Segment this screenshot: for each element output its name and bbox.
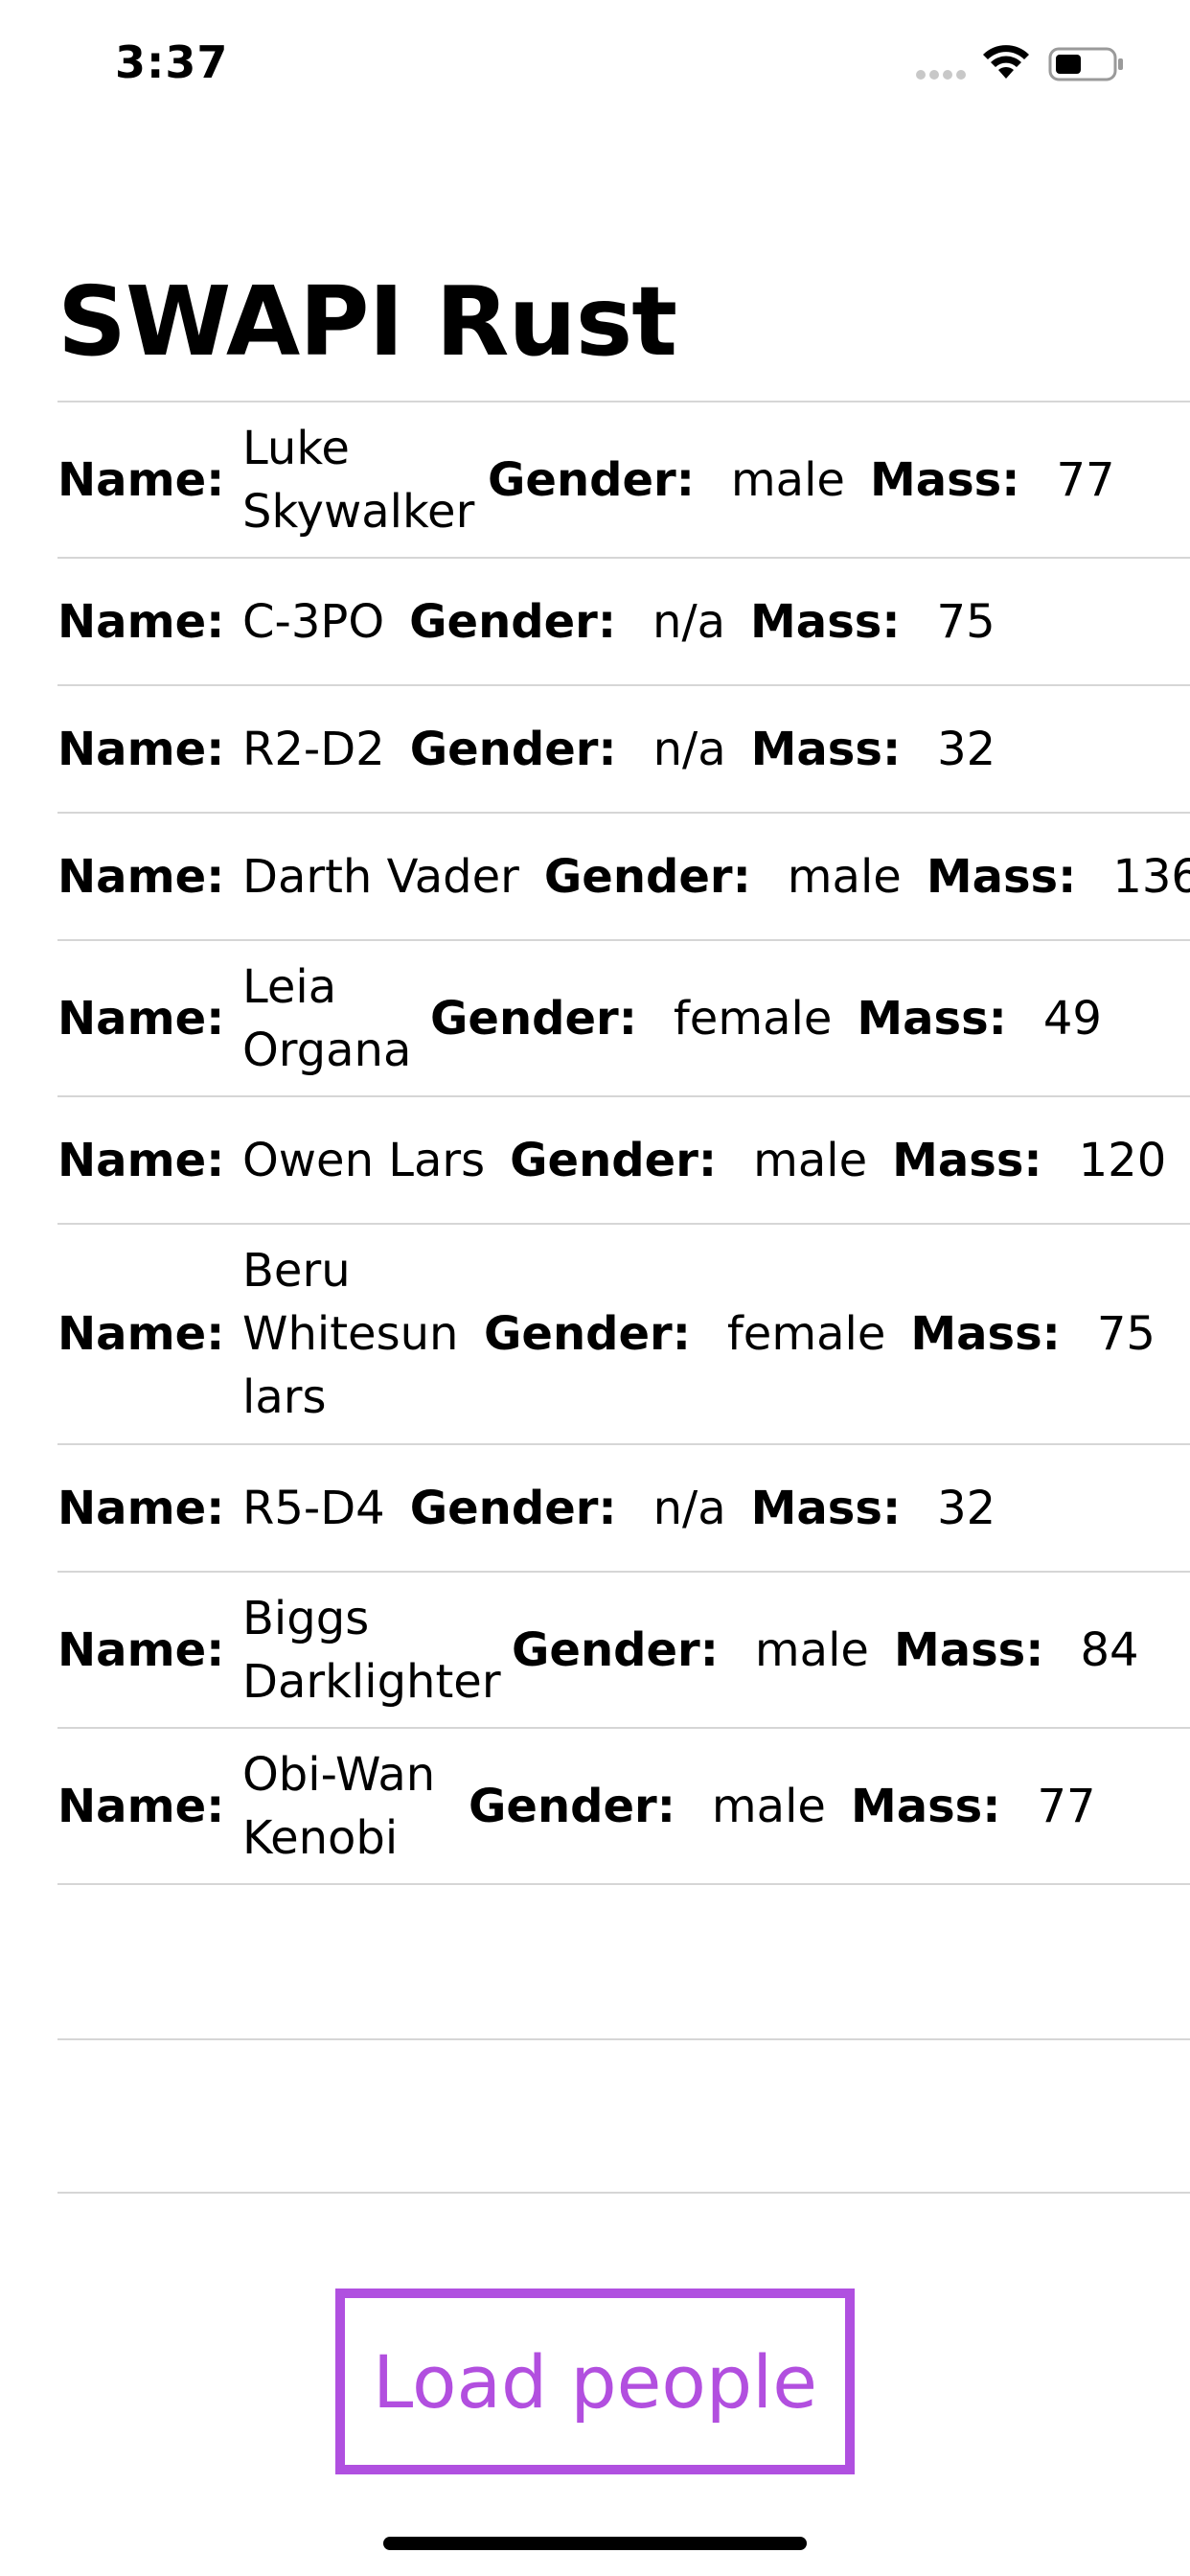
empty-row	[57, 2038, 1190, 2194]
name-value: C-3PO	[242, 594, 385, 649]
name-label: Name:	[57, 849, 225, 904]
gender-label: Gender:	[430, 991, 637, 1046]
gender-label: Gender:	[484, 1307, 691, 1361]
mass-value: 84	[1080, 1622, 1139, 1677]
mass-label: Mass:	[750, 722, 902, 776]
gender-value: male	[787, 849, 902, 904]
gender-label: Gender:	[488, 452, 695, 507]
mass-label: Mass:	[892, 1133, 1042, 1187]
mass-label: Mass:	[857, 991, 1007, 1046]
mass-label: Mass:	[910, 1307, 1061, 1361]
gender-label: Gender:	[469, 1779, 675, 1833]
list-item[interactable]: Name: R2-D2 Gender: n/a Mass: 32	[57, 684, 1190, 812]
page-title: SWAPI Rust	[57, 265, 677, 378]
mass-label: Mass:	[750, 1481, 902, 1535]
list-item[interactable]: Name: Biggs Darklighter Gender: male Mas…	[57, 1571, 1190, 1727]
gender-value: male	[754, 1622, 869, 1677]
gender-label: Gender:	[543, 849, 751, 904]
mass-value: 75	[1096, 1307, 1156, 1361]
wifi-icon	[983, 45, 1029, 79]
list-item[interactable]: Name: Owen Lars Gender: male Mass: 120	[57, 1095, 1190, 1223]
list-item[interactable]: Name: Luke Skywalker Gender: male Mass: …	[57, 401, 1190, 557]
load-people-button[interactable]: Load people	[335, 2288, 855, 2474]
list-item[interactable]: Name: Leia Organa Gender: female Mass: 4…	[57, 939, 1190, 1095]
name-label: Name:	[57, 1779, 225, 1833]
mass-label: Mass:	[926, 849, 1077, 904]
mass-value: 120	[1078, 1133, 1167, 1187]
name-label: Name:	[57, 1622, 225, 1677]
name-value: Owen Lars	[242, 1133, 486, 1187]
name-label: Name:	[57, 722, 225, 776]
mass-value: 136	[1112, 849, 1190, 904]
mass-label: Mass:	[850, 1779, 1001, 1833]
gender-label: Gender:	[512, 1622, 719, 1677]
gender-value: male	[711, 1779, 826, 1833]
battery-icon	[1048, 47, 1123, 81]
mass-label: Mass:	[750, 594, 901, 649]
list-item[interactable]: Name: R5-D4 Gender: n/a Mass: 32	[57, 1443, 1190, 1571]
mass-value: 32	[937, 1481, 996, 1535]
people-list[interactable]: Name: Luke Skywalker Gender: male Mass: …	[57, 401, 1190, 2194]
gender-value: n/a	[652, 722, 726, 776]
gender-value: n/a	[652, 594, 726, 649]
name-value: Luke Skywalker	[242, 421, 475, 539]
name-value: Darth Vader	[242, 849, 519, 904]
name-label: Name:	[57, 1307, 225, 1361]
name-label: Name:	[57, 1481, 225, 1535]
list-item[interactable]: Name: Beru Whitesun lars Gender: female …	[57, 1223, 1190, 1443]
name-value: Beru Whitesun lars	[242, 1244, 459, 1424]
name-value: R2-D2	[242, 722, 385, 776]
gender-label: Gender:	[409, 1481, 617, 1535]
name-value: Leia Organa	[242, 959, 412, 1077]
name-value: Obi-Wan Kenobi	[242, 1747, 436, 1865]
mass-value: 77	[1037, 1779, 1096, 1833]
mass-label: Mass:	[893, 1622, 1044, 1677]
mass-value: 75	[936, 594, 995, 649]
mass-value: 77	[1056, 452, 1115, 507]
gender-value: male	[753, 1133, 868, 1187]
mass-value: 49	[1042, 991, 1102, 1046]
gender-value: female	[673, 991, 833, 1046]
home-indicator[interactable]	[383, 2537, 807, 2550]
mass-label: Mass:	[869, 452, 1020, 507]
name-label: Name:	[57, 991, 225, 1046]
gender-label: Gender:	[510, 1133, 718, 1187]
mass-value: 32	[937, 722, 996, 776]
name-label: Name:	[57, 594, 225, 649]
name-value: R5-D4	[242, 1481, 385, 1535]
list-item[interactable]: Name: C-3PO Gender: n/a Mass: 75	[57, 557, 1190, 684]
name-label: Name:	[57, 452, 225, 507]
list-item[interactable]: Name: Darth Vader Gender: male Mass: 136	[57, 812, 1190, 939]
gender-value: female	[726, 1307, 886, 1361]
gender-value: male	[730, 452, 845, 507]
gender-label: Gender:	[409, 722, 617, 776]
empty-row	[57, 1883, 1190, 2038]
list-item[interactable]: Name: Obi-Wan Kenobi Gender: male Mass: …	[57, 1727, 1190, 1883]
name-value: Biggs Darklighter	[242, 1591, 501, 1709]
signal-dots-icon	[916, 70, 966, 80]
gender-value: n/a	[652, 1481, 726, 1535]
gender-label: Gender:	[409, 594, 617, 649]
name-label: Name:	[57, 1133, 225, 1187]
status-bar: 3:37	[0, 0, 1190, 126]
status-time: 3:37	[115, 36, 229, 88]
